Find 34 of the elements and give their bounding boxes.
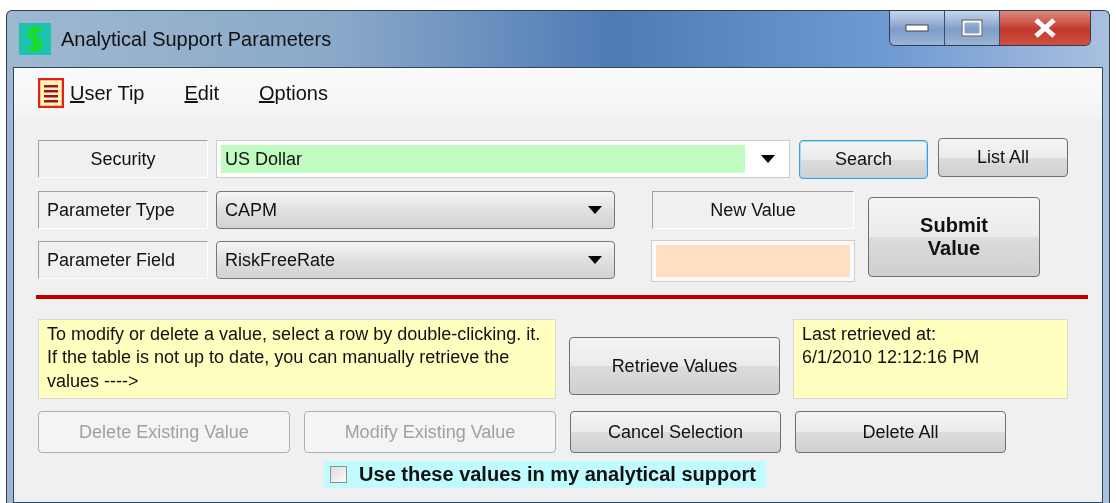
parameter-type-dropdown[interactable]: CAPM <box>216 191 615 229</box>
action-button[interactable]: Cancel Selection <box>570 411 781 453</box>
minimize-icon <box>905 24 929 32</box>
field-label: Security <box>38 140 208 178</box>
menu-item[interactable]: User Tip <box>70 81 145 105</box>
action-button[interactable]: Delete All <box>795 411 1006 453</box>
submit-value-button[interactable]: Submit Value <box>868 197 1040 277</box>
minimize-button[interactable] <box>890 11 944 45</box>
status-label: Last retrieved at: <box>802 323 937 346</box>
use-values-option[interactable]: Use these values in my analytical support <box>324 461 766 488</box>
list-all-button[interactable]: List All <box>938 138 1068 177</box>
close-icon <box>1032 18 1058 38</box>
parameter-field-dropdown[interactable]: RiskFreeRate <box>216 241 615 279</box>
dropdown-arrow-icon[interactable] <box>588 206 602 214</box>
new-value-field[interactable] <box>652 241 854 281</box>
window-title: Analytical Support Parameters <box>61 27 332 51</box>
dollar-icon <box>19 23 51 55</box>
instruction-text: To modify or delete a value, select a row by double-clicking. it. If the table is not up to date, you can manually retrieve the values ----> <box>38 319 556 399</box>
dropdown-arrow-icon[interactable] <box>588 256 602 264</box>
checkbox[interactable] <box>330 466 348 483</box>
notepad-icon <box>38 78 64 108</box>
retrieve-values-button[interactable]: Retrieve Values <box>569 337 780 395</box>
field-label: New Value <box>652 191 854 229</box>
security-combo[interactable]: US Dollar <box>216 140 790 178</box>
search-button[interactable]: Search <box>799 140 928 179</box>
maximize-icon <box>961 19 983 37</box>
field-label: Parameter Field <box>38 241 208 279</box>
close-button[interactable] <box>999 11 1090 45</box>
menu-item[interactable]: Options <box>258 81 328 105</box>
status-timestamp: 6/1/2010 12:12:16 PM <box>802 346 980 370</box>
field-label: Parameter Type <box>38 191 208 229</box>
menu-item[interactable]: Edit <box>184 81 219 105</box>
dropdown-arrow-icon[interactable] <box>761 155 775 163</box>
maximize-button[interactable] <box>944 11 999 45</box>
